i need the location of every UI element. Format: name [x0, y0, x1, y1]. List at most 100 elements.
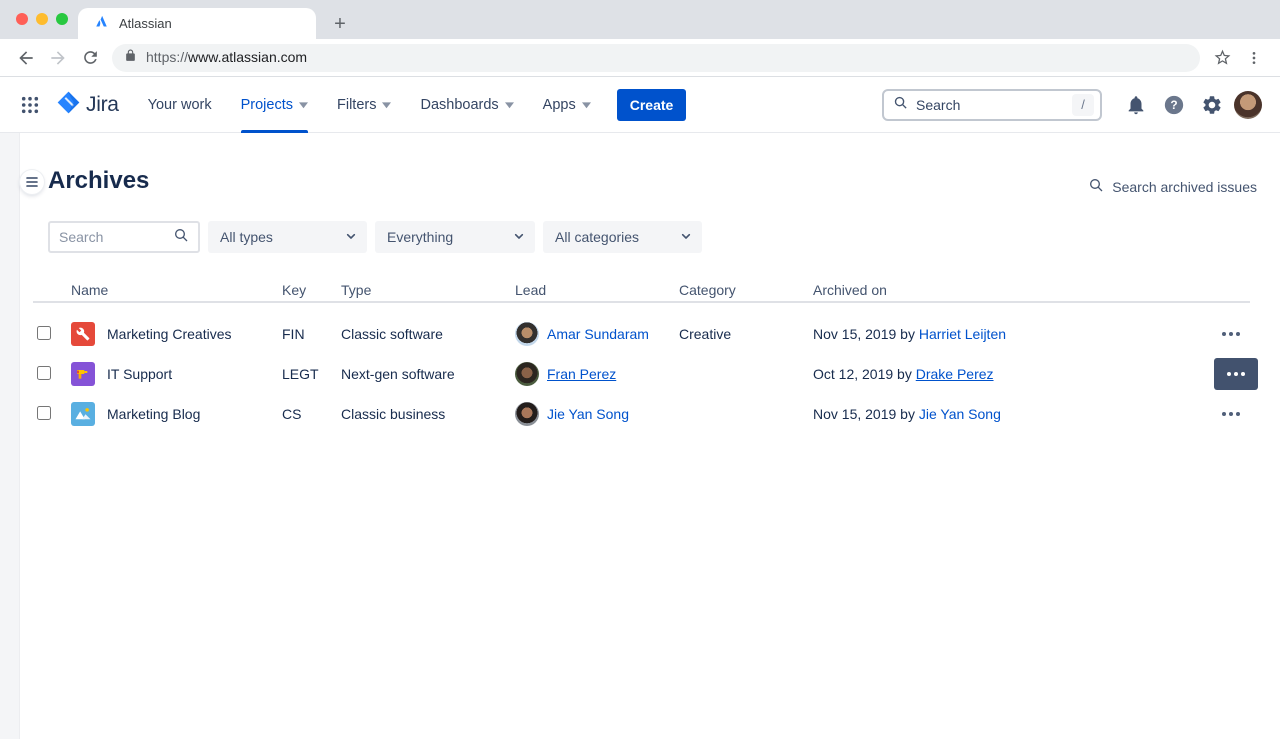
- table-row: IT Support LEGT Next-gen software Fran P…: [33, 354, 1250, 394]
- row-checkbox[interactable]: [37, 366, 51, 380]
- nav-dashboards[interactable]: Dashboards: [420, 77, 513, 133]
- url-bar[interactable]: https://www.atlassian.com: [112, 44, 1200, 72]
- archived-on-cell: Nov 15, 2019 by Harriet Leijten: [813, 326, 1202, 342]
- new-tab-button[interactable]: +: [328, 12, 352, 36]
- column-header-category: Category: [679, 282, 813, 298]
- jira-logo[interactable]: Jira: [56, 90, 119, 120]
- nav-projects[interactable]: Projects: [241, 77, 308, 133]
- row-checkbox[interactable]: [37, 326, 51, 340]
- help-icon[interactable]: ?: [1158, 89, 1190, 121]
- nav-apps-label: Apps: [543, 97, 576, 113]
- row-checkbox[interactable]: [37, 406, 51, 420]
- url-scheme: https://: [146, 49, 188, 65]
- close-window-button[interactable]: [16, 13, 28, 25]
- project-name: Marketing Blog: [107, 406, 200, 422]
- filter-search-input[interactable]: [59, 229, 173, 245]
- browser-tab-strip: Atlassian +: [0, 0, 1280, 39]
- lead-link[interactable]: Fran Perez: [547, 366, 616, 382]
- lead-avatar: [515, 322, 539, 346]
- archived-on-cell: Oct 12, 2019 by Drake Perez: [813, 366, 1202, 382]
- project-type: Classic business: [341, 406, 515, 422]
- svg-text:?: ?: [1170, 98, 1177, 112]
- categories-filter-dropdown[interactable]: All categories: [543, 221, 702, 253]
- nav-your-work-label: Your work: [148, 97, 212, 113]
- archived-projects-table: Name Key Type Lead Category Archived on …: [33, 278, 1250, 434]
- nav-filters[interactable]: Filters: [337, 77, 391, 133]
- nav-projects-label: Projects: [241, 97, 293, 113]
- archived-date: Nov 15, 2019 by: [813, 326, 919, 342]
- atlassian-favicon-icon: [94, 14, 109, 34]
- minimize-window-button[interactable]: [36, 13, 48, 25]
- archived-date: Oct 12, 2019 by: [813, 366, 916, 382]
- search-shortcut-badge: /: [1072, 94, 1094, 116]
- search-icon: [173, 227, 189, 248]
- column-header-name: Name: [71, 282, 282, 298]
- types-filter-dropdown[interactable]: All types: [208, 221, 367, 253]
- bookmark-star-button[interactable]: [1206, 42, 1238, 74]
- settings-gear-icon[interactable]: [1196, 89, 1228, 121]
- archived-by-link[interactable]: Jie Yan Song: [919, 406, 1001, 422]
- project-name: Marketing Creatives: [107, 326, 232, 342]
- column-header-lead: Lead: [515, 282, 679, 298]
- nav-your-work[interactable]: Your work: [148, 77, 212, 133]
- lead-link[interactable]: Jie Yan Song: [547, 406, 629, 422]
- sidebar-toggle-button[interactable]: [20, 170, 44, 194]
- archived-on-cell: Nov 15, 2019 by Jie Yan Song: [813, 406, 1202, 422]
- archived-by-link[interactable]: Drake Perez: [916, 366, 994, 382]
- nav-filters-label: Filters: [337, 97, 376, 113]
- browser-address-bar: https://www.atlassian.com: [0, 39, 1280, 77]
- filter-search-box: [48, 221, 200, 253]
- chevron-down-icon: [382, 97, 391, 113]
- search-icon: [893, 95, 908, 115]
- notifications-bell-icon[interactable]: [1120, 89, 1152, 121]
- filter-bar: All types Everything All categories: [48, 221, 702, 253]
- table-row: Marketing Creatives FIN Classic software…: [33, 314, 1250, 354]
- create-button[interactable]: Create: [617, 89, 687, 121]
- jira-logo-text: Jira: [86, 93, 119, 117]
- project-mountains-icon: [71, 402, 95, 426]
- archived-date: Nov 15, 2019 by: [813, 406, 919, 422]
- column-header-type: Type: [341, 282, 515, 298]
- table-body: Marketing Creatives FIN Classic software…: [33, 314, 1250, 434]
- row-menu-button-active[interactable]: [1214, 358, 1258, 390]
- chevron-down-icon: [299, 97, 308, 113]
- global-search-placeholder: Search: [916, 97, 1064, 113]
- url-text: https://www.atlassian.com: [146, 49, 307, 67]
- jira-logo-icon: [56, 90, 81, 120]
- row-menu-button[interactable]: [1218, 406, 1244, 422]
- window-controls: [16, 13, 68, 25]
- sidebar-rail: [0, 133, 20, 739]
- search-archived-issues-link[interactable]: Search archived issues: [1088, 177, 1257, 196]
- scope-filter-dropdown[interactable]: Everything: [375, 221, 535, 253]
- project-type: Next-gen software: [341, 366, 515, 382]
- user-avatar[interactable]: [1234, 91, 1262, 119]
- search-icon: [1088, 177, 1104, 196]
- global-search-input[interactable]: Search /: [882, 89, 1102, 121]
- app-switcher-button[interactable]: [14, 89, 46, 121]
- chevron-down-icon: [582, 97, 591, 113]
- forward-button[interactable]: [42, 42, 74, 74]
- search-archived-issues-label: Search archived issues: [1112, 179, 1257, 195]
- navbar-right-cluster: Search / ?: [882, 89, 1262, 121]
- lead-avatar: [515, 362, 539, 386]
- reload-button[interactable]: [74, 42, 106, 74]
- jira-navbar: Jira Your work Projects Filters Dashboar…: [0, 77, 1280, 133]
- table-row: Marketing Blog CS Classic business Jie Y…: [33, 394, 1250, 434]
- categories-filter-value: All categories: [555, 229, 639, 245]
- project-key: FIN: [282, 326, 341, 342]
- types-filter-value: All types: [220, 229, 273, 245]
- lead-avatar: [515, 402, 539, 426]
- browser-tab[interactable]: Atlassian: [78, 8, 316, 39]
- zoom-window-button[interactable]: [56, 13, 68, 25]
- browser-menu-button[interactable]: [1238, 42, 1270, 74]
- nav-apps[interactable]: Apps: [543, 77, 591, 133]
- table-header-row: Name Key Type Lead Category Archived on: [33, 278, 1250, 303]
- padlock-icon: [124, 49, 137, 67]
- tab-title: Atlassian: [119, 16, 172, 31]
- back-button[interactable]: [10, 42, 42, 74]
- lead-link[interactable]: Amar Sundaram: [547, 326, 649, 342]
- chevron-down-icon: [505, 97, 514, 113]
- row-menu-button[interactable]: [1218, 326, 1244, 342]
- chevron-down-icon: [343, 228, 359, 247]
- archived-by-link[interactable]: Harriet Leijten: [919, 326, 1006, 342]
